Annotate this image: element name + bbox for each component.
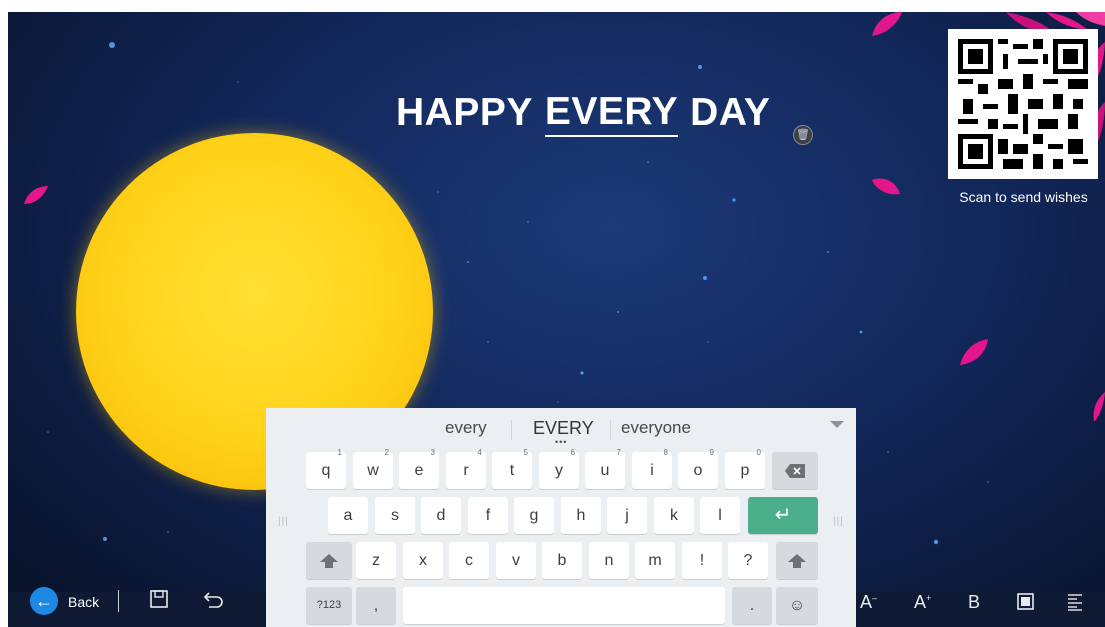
suggestion-item[interactable]: every xyxy=(445,418,487,438)
key-h[interactable]: h xyxy=(561,497,601,534)
toolbar-divider xyxy=(118,590,119,612)
enter-icon[interactable]: ↵ xyxy=(748,497,818,534)
align-icon[interactable] xyxy=(1067,593,1083,617)
symbols-key[interactable]: ?123 xyxy=(306,587,352,624)
backspace-icon[interactable] xyxy=(772,452,818,489)
key-n[interactable]: n xyxy=(589,542,629,579)
key-s[interactable]: s xyxy=(375,497,415,534)
suggestion-divider xyxy=(511,420,512,440)
key-u[interactable]: u7 xyxy=(585,448,625,489)
font-increase-icon[interactable]: A+ xyxy=(914,592,931,613)
key-b[interactable]: b xyxy=(542,542,582,579)
key-exclamation[interactable]: ! xyxy=(682,542,722,579)
key-g[interactable]: g xyxy=(514,497,554,534)
key-v[interactable]: v xyxy=(496,542,536,579)
key-w[interactable]: w2 xyxy=(353,448,393,489)
key-m[interactable]: m xyxy=(635,542,675,579)
key-r[interactable]: r4 xyxy=(446,448,486,489)
more-suggestions-icon[interactable]: ••• xyxy=(555,437,567,447)
key-question[interactable]: ? xyxy=(728,542,768,579)
petal-decoration xyxy=(872,178,900,195)
headline-word: DAY xyxy=(690,91,771,134)
shift-icon[interactable] xyxy=(776,542,818,579)
grip-handle-icon[interactable]: ||| xyxy=(278,516,290,540)
petal-decoration xyxy=(960,339,988,365)
font-decrease-icon[interactable]: A– xyxy=(860,592,877,613)
suggestion-divider xyxy=(610,420,611,440)
text-background-icon[interactable] xyxy=(1017,593,1034,616)
undo-icon[interactable] xyxy=(203,590,225,614)
onscreen-keyboard: every EVERY ••• everyone ||| ||| q1 w2 e… xyxy=(266,408,856,627)
key-j[interactable]: j xyxy=(607,497,647,534)
key-e[interactable]: e3 xyxy=(399,448,439,489)
suggestion-bar: every EVERY ••• everyone xyxy=(266,408,856,448)
qr-caption: Scan to send wishes xyxy=(959,189,1088,205)
bold-icon[interactable]: B xyxy=(968,592,980,613)
key-l[interactable]: l xyxy=(700,497,740,534)
suggestion-item-primary[interactable]: EVERY xyxy=(533,418,594,439)
petal-decoration xyxy=(1093,392,1105,422)
key-a[interactable]: a xyxy=(328,497,368,534)
save-icon[interactable] xyxy=(150,590,168,614)
key-i[interactable]: i8 xyxy=(632,448,672,489)
key-period[interactable]: . xyxy=(732,587,772,624)
key-o[interactable]: o9 xyxy=(678,448,718,489)
qr-code xyxy=(948,29,1098,179)
delete-text-icon[interactable]: 🗑 xyxy=(793,125,813,145)
grip-handle-icon[interactable]: ||| xyxy=(833,516,845,540)
key-q[interactable]: q1 xyxy=(306,448,346,489)
key-c[interactable]: c xyxy=(449,542,489,579)
collapse-keyboard-icon[interactable] xyxy=(830,421,844,428)
key-x[interactable]: x xyxy=(403,542,443,579)
shift-icon[interactable] xyxy=(306,542,352,579)
headline-text[interactable]: HAPPY EVERY DAY xyxy=(396,88,816,138)
key-p[interactable]: p0 xyxy=(725,448,765,489)
key-k[interactable]: k xyxy=(654,497,694,534)
key-comma[interactable]: , xyxy=(356,587,396,624)
key-y[interactable]: y6 xyxy=(539,448,579,489)
emoji-icon[interactable]: ☺ xyxy=(776,587,818,624)
petal-decoration xyxy=(24,186,48,204)
suggestion-item[interactable]: everyone xyxy=(621,418,691,438)
back-arrow-icon[interactable]: ← xyxy=(30,587,58,615)
spacebar[interactable] xyxy=(403,587,725,624)
headline-selected-word[interactable]: EVERY xyxy=(544,90,679,137)
key-f[interactable]: f xyxy=(468,497,508,534)
headline-word: HAPPY xyxy=(396,91,533,134)
key-t[interactable]: t5 xyxy=(492,448,532,489)
key-z[interactable]: z xyxy=(356,542,396,579)
key-d[interactable]: d xyxy=(421,497,461,534)
back-button-label[interactable]: Back xyxy=(68,594,99,610)
